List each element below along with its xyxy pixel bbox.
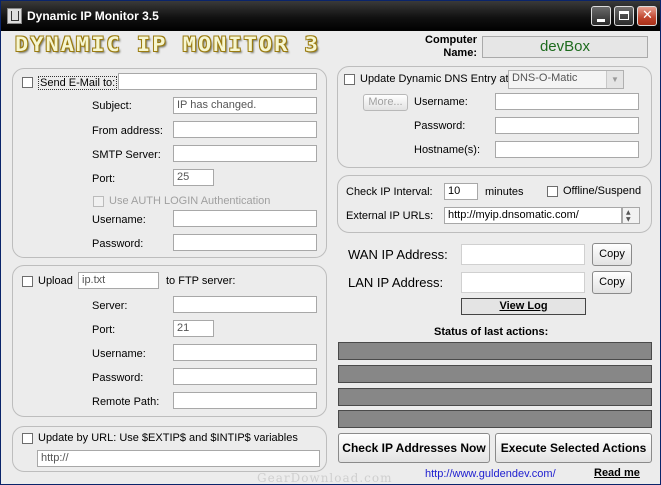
ftp-server-to-label: to FTP server: bbox=[166, 275, 236, 287]
dns-username-label: Username: bbox=[414, 96, 468, 108]
send-email-label[interactable]: Send E-Mail to: bbox=[38, 76, 118, 90]
wan-ip-field bbox=[461, 244, 585, 265]
smtp-port-label: Port: bbox=[92, 173, 116, 185]
minutes-label: minutes bbox=[485, 186, 524, 198]
check-ip-now-button[interactable]: Check IP Addresses Now bbox=[338, 433, 490, 463]
app-icon[interactable] bbox=[7, 8, 22, 24]
spin-down-icon[interactable]: ▼ bbox=[626, 216, 631, 223]
dns-provider-value: DNS-O-Matic bbox=[512, 72, 578, 84]
copy-lan-button[interactable]: Copy bbox=[592, 271, 632, 294]
update-url-input[interactable]: http:// bbox=[37, 450, 320, 467]
subject-input[interactable]: IP has changed. bbox=[173, 97, 317, 114]
check-interval-label: Check IP Interval: bbox=[346, 186, 433, 198]
chevron-down-icon[interactable]: ▼ bbox=[606, 71, 623, 88]
close-button[interactable] bbox=[637, 6, 657, 26]
subject-label: Subject: bbox=[92, 100, 132, 112]
hostname-label: Hostname(s): bbox=[414, 144, 481, 156]
update-by-url-label: Update by URL: Use $EXTIP$ and $INTIP$ v… bbox=[38, 432, 298, 444]
lan-ip-label: LAN IP Address: bbox=[348, 275, 444, 290]
smtp-port-input[interactable]: 25 bbox=[173, 169, 214, 186]
dns-password-input[interactable] bbox=[495, 117, 639, 134]
copy-wan-button[interactable]: Copy bbox=[592, 243, 632, 266]
update-by-url-checkbox[interactable] bbox=[22, 433, 33, 444]
email-password-label: Password: bbox=[92, 238, 144, 250]
watermark: GearDownload.com bbox=[257, 471, 393, 485]
wan-ip-label: WAN IP Address: bbox=[348, 247, 448, 262]
status-line bbox=[338, 410, 652, 428]
auth-login-checkbox[interactable] bbox=[93, 196, 104, 207]
hostname-input[interactable] bbox=[495, 141, 639, 158]
ftp-password-input[interactable] bbox=[173, 368, 317, 385]
external-ip-urls-input[interactable]: http://myip.dnsomatic.com/ bbox=[444, 207, 622, 224]
status-line bbox=[338, 388, 652, 406]
spin-up-icon[interactable]: ▲ bbox=[626, 209, 631, 216]
from-address-label: From address: bbox=[92, 125, 163, 137]
email-to-input[interactable] bbox=[118, 73, 317, 90]
smtp-server-label: SMTP Server: bbox=[92, 149, 161, 161]
auth-login-label: Use AUTH LOGIN Authentication bbox=[109, 195, 271, 207]
minimize-button[interactable] bbox=[591, 6, 611, 26]
update-dns-checkbox[interactable] bbox=[344, 74, 355, 85]
more-button[interactable]: More... bbox=[363, 94, 408, 111]
dns-username-input[interactable] bbox=[495, 93, 639, 110]
ftp-port-label: Port: bbox=[92, 324, 116, 336]
computer-name-label: Computer Name: bbox=[425, 34, 477, 59]
offline-suspend-label: Offline/Suspend bbox=[563, 185, 642, 197]
website-link[interactable]: http://www.guldendev.com/ bbox=[425, 468, 556, 480]
dns-password-label: Password: bbox=[414, 120, 466, 132]
ftp-username-input[interactable] bbox=[173, 344, 317, 361]
ftp-server-label: Server: bbox=[92, 300, 128, 312]
maximize-button[interactable] bbox=[614, 6, 634, 26]
status-line bbox=[338, 342, 652, 360]
offline-suspend-checkbox[interactable] bbox=[547, 186, 558, 197]
view-log-button[interactable]: View Log bbox=[461, 298, 586, 315]
lan-ip-field bbox=[461, 272, 585, 293]
ftp-server-input[interactable] bbox=[173, 296, 317, 313]
remote-path-label: Remote Path: bbox=[92, 396, 160, 408]
external-ip-urls-label: External IP URLs: bbox=[346, 210, 434, 222]
app-logo: DYNAMIC IP MONITOR 3 bbox=[15, 34, 320, 57]
check-panel bbox=[337, 175, 652, 233]
ftp-username-label: Username: bbox=[92, 348, 146, 360]
email-password-input[interactable] bbox=[173, 234, 317, 251]
send-email-checkbox[interactable] bbox=[22, 77, 33, 88]
readme-link[interactable]: Read me bbox=[594, 467, 640, 479]
status-line bbox=[338, 365, 652, 383]
remote-path-input[interactable] bbox=[173, 392, 317, 409]
upload-file-input[interactable]: ip.txt bbox=[78, 272, 159, 289]
smtp-server-input[interactable] bbox=[173, 145, 317, 162]
email-username-input[interactable] bbox=[173, 210, 317, 227]
update-dns-label: Update Dynamic DNS Entry at bbox=[360, 73, 509, 85]
ftp-password-label: Password: bbox=[92, 372, 144, 384]
upload-checkbox[interactable] bbox=[22, 276, 33, 287]
execute-actions-button[interactable]: Execute Selected Actions bbox=[495, 433, 652, 463]
check-interval-input[interactable]: 10 bbox=[444, 183, 478, 200]
from-address-input[interactable] bbox=[173, 121, 317, 138]
status-title: Status of last actions: bbox=[434, 326, 549, 338]
window-title: Dynamic IP Monitor 3.5 bbox=[27, 9, 159, 23]
computer-name-field: devBox bbox=[482, 36, 648, 58]
urls-spinner[interactable]: ▲ ▼ bbox=[622, 207, 640, 224]
app-window: Dynamic IP Monitor 3.5 DYNAMIC IP MONITO… bbox=[0, 0, 661, 485]
dns-provider-select[interactable]: DNS-O-Matic ▼ bbox=[508, 70, 624, 89]
title-bar[interactable]: Dynamic IP Monitor 3.5 bbox=[1, 1, 660, 31]
email-username-label: Username: bbox=[92, 214, 146, 226]
upload-label: Upload bbox=[38, 275, 73, 287]
ftp-port-input[interactable]: 21 bbox=[173, 320, 214, 337]
